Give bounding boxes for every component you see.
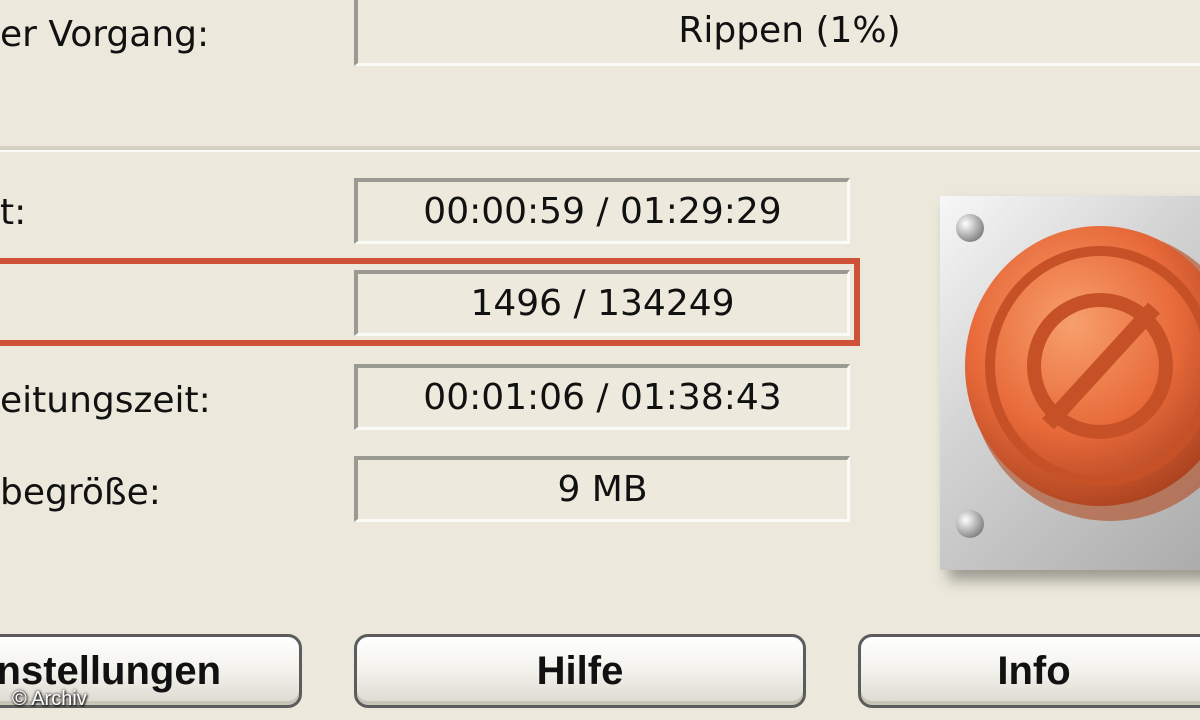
current-operation-value: Rippen (1%) (354, 0, 1200, 66)
highlight-box (0, 258, 860, 346)
separator (0, 146, 1200, 152)
stop-icon (965, 226, 1200, 521)
output-size-value: 9 MB (354, 456, 850, 522)
stop-button[interactable] (940, 196, 1200, 570)
processing-time-label: eitungszeit: (0, 380, 211, 421)
copyright-watermark: © Archiv (12, 688, 87, 710)
current-operation-label: er Vorgang: (0, 14, 210, 55)
help-button[interactable]: Hilfe (354, 634, 806, 708)
elapsed-time-label: t: (0, 192, 27, 233)
output-size-label: begröße: (0, 472, 161, 513)
processing-time-value: 00:01:06 / 01:38:43 (354, 364, 850, 430)
elapsed-time-value: 00:00:59 / 01:29:29 (354, 178, 850, 244)
info-button[interactable]: Info (858, 634, 1200, 708)
